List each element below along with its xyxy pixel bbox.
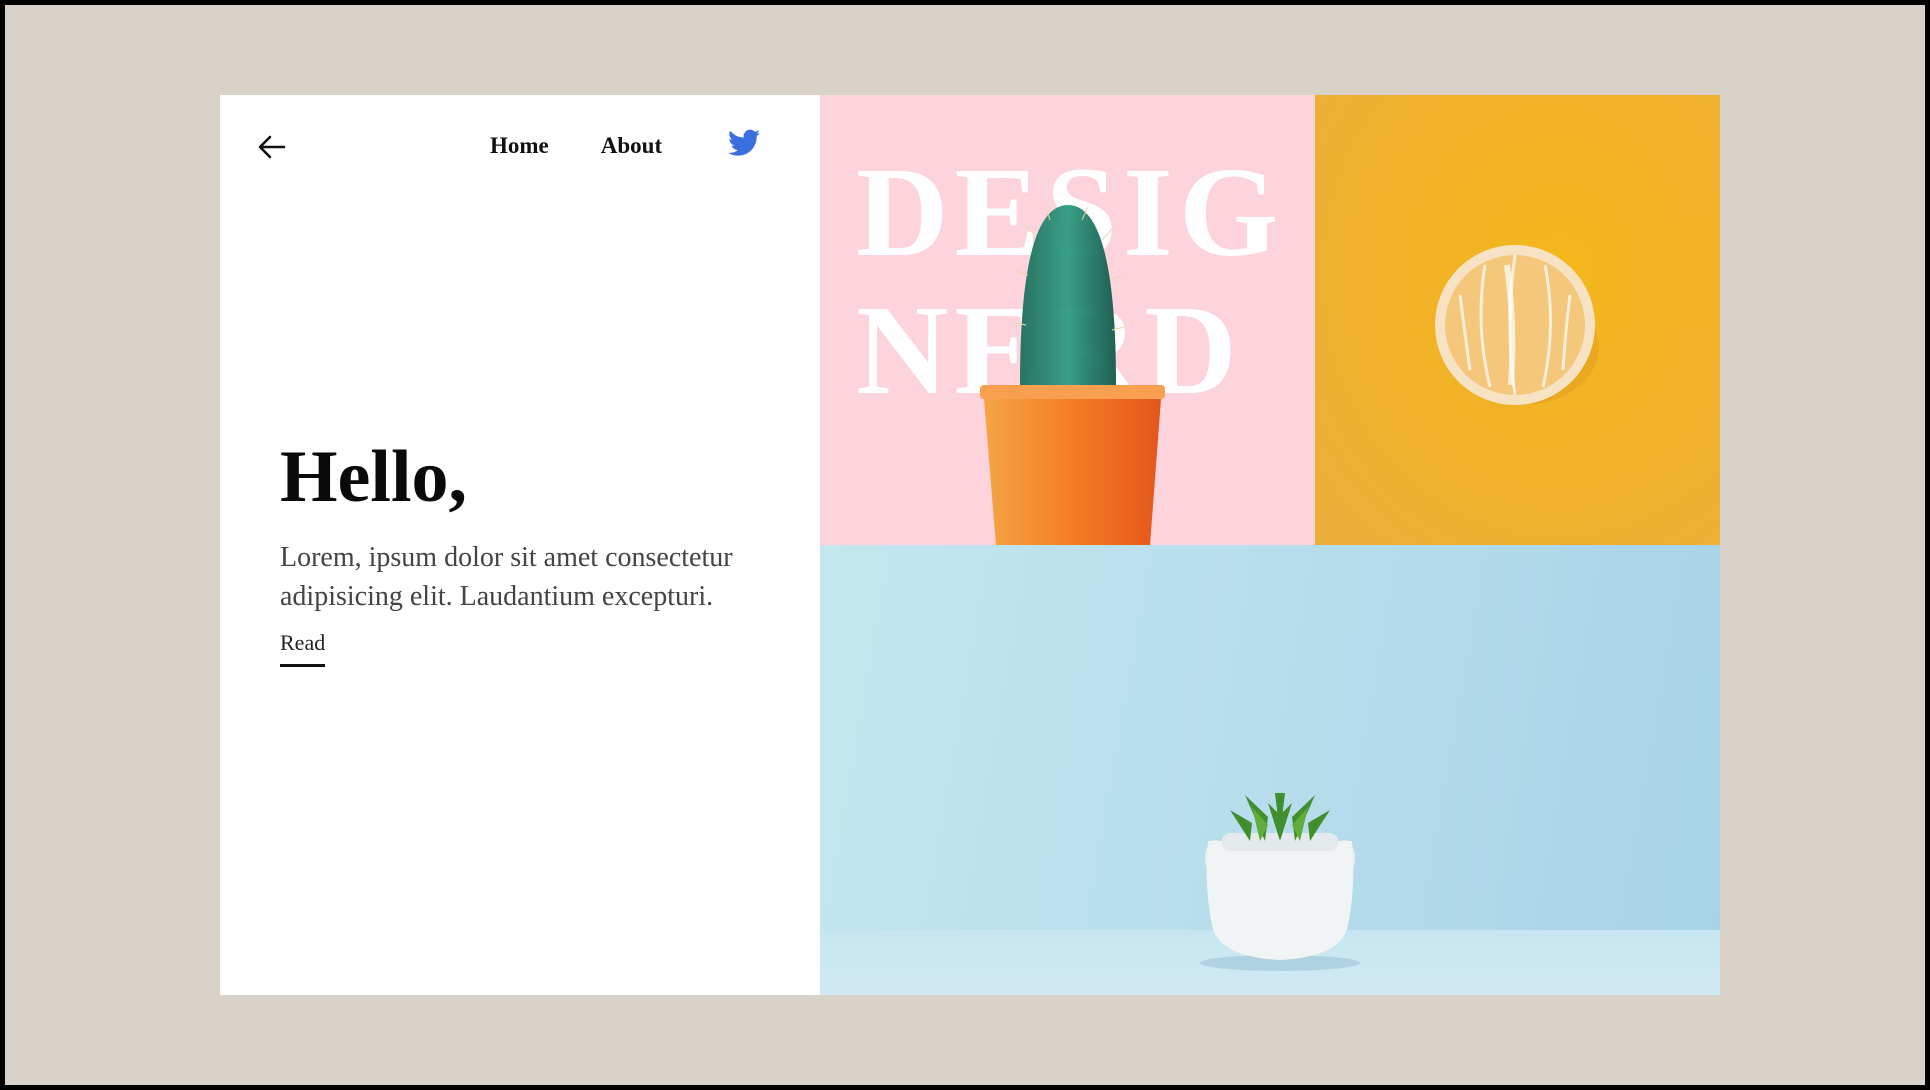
orange-photo xyxy=(1315,95,1720,545)
succulent-photo xyxy=(820,545,1720,995)
hero-description: Lorem, ipsum dolor sit amet consectetur … xyxy=(280,542,733,612)
orange-illustration xyxy=(1435,245,1599,405)
nav-about-link[interactable]: About xyxy=(601,133,662,159)
twitter-icon[interactable] xyxy=(728,129,760,157)
read-link[interactable]: Read xyxy=(280,630,326,667)
cactus-illustration xyxy=(980,205,1165,545)
nav-home-link[interactable]: Home xyxy=(490,133,549,159)
page-background: Home About Hello, Lorem, ipsum dolor sit… xyxy=(5,5,1925,1085)
succulent-illustration xyxy=(1200,793,1360,971)
arrow-left-icon[interactable] xyxy=(256,131,288,163)
hero-title: Hello, xyxy=(280,436,468,518)
hero-panel: Home About Hello, Lorem, ipsum dolor sit… xyxy=(220,95,820,995)
cactus-photo: DESIG NERD xyxy=(820,95,1315,545)
main-nav: Home About xyxy=(490,133,662,159)
landing-card: Home About Hello, Lorem, ipsum dolor sit… xyxy=(220,95,1720,995)
